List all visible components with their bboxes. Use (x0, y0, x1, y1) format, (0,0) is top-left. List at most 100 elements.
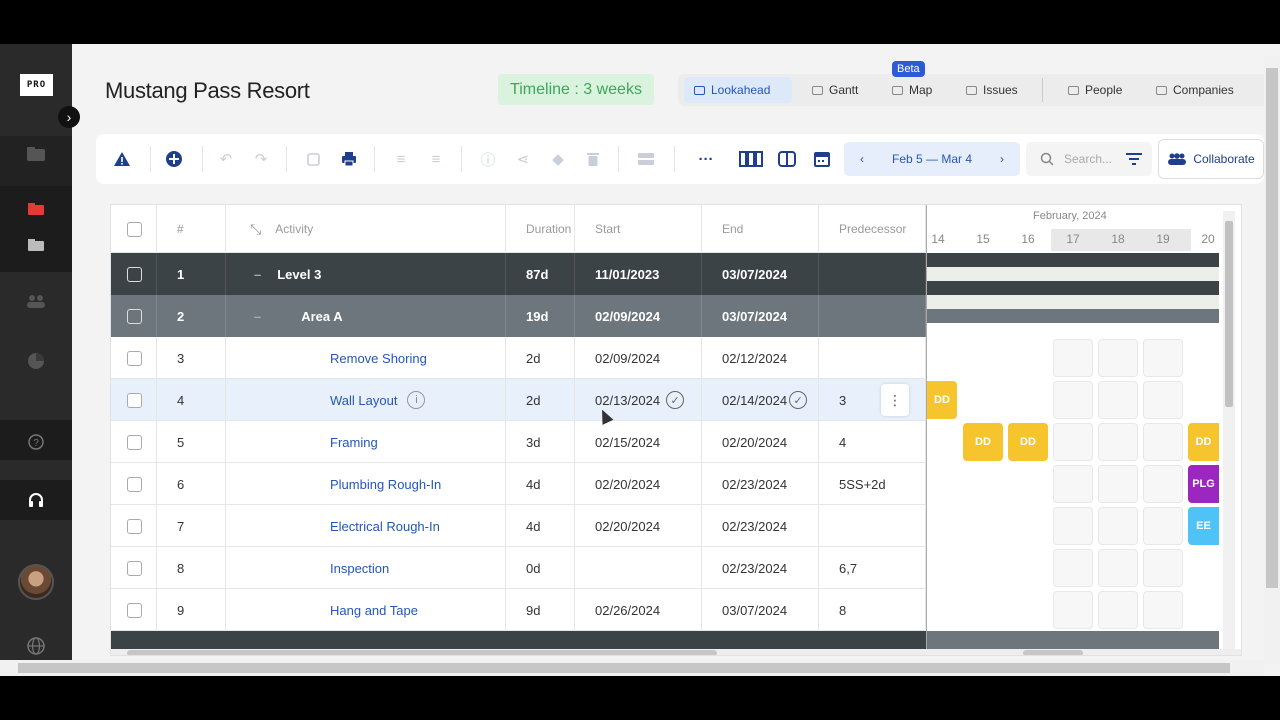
row-predecessor[interactable]: 4 (819, 421, 926, 463)
documents-icon[interactable] (26, 235, 46, 255)
collapse-row-icon[interactable]: – (254, 309, 261, 324)
copy-icon[interactable] (303, 149, 323, 169)
row-end[interactable]: 02/23/2024 (702, 547, 819, 589)
row-predecessor[interactable]: 5SS+2d (819, 463, 926, 505)
row-predecessor[interactable] (819, 505, 926, 547)
row-activity[interactable]: Wall Layout i (226, 379, 506, 421)
activity-name[interactable]: Electrical Rough-In (226, 505, 506, 547)
table-row[interactable]: 1 – Level 3 87d 11/01/2023 03/07/2024 (111, 253, 926, 295)
row-end[interactable]: 03/07/2024 (702, 253, 819, 295)
collapse-row-icon[interactable]: – (254, 267, 261, 282)
row-predecessor[interactable]: 6,7 (819, 547, 926, 589)
row-checkbox[interactable] (111, 253, 157, 295)
collaborate-button[interactable]: Collaborate (1158, 139, 1264, 179)
activity-name[interactable]: Wall Layout (330, 393, 397, 408)
team-icon[interactable] (26, 291, 46, 311)
col-header-activity[interactable]: ⤡ Activity (226, 205, 506, 253)
row-end[interactable]: 02/20/2024 (702, 421, 819, 463)
row-end[interactable]: 02/12/2024 (702, 337, 819, 379)
redo-icon[interactable]: ↷ (251, 149, 271, 169)
headset-icon[interactable] (26, 490, 46, 510)
globe-icon[interactable] (26, 636, 46, 656)
gantt-task-bar[interactable]: EE (1188, 507, 1219, 545)
row-activity[interactable]: – Area A (226, 295, 506, 337)
gantt-task-bar[interactable]: DD (963, 423, 1003, 461)
row-predecessor[interactable] (819, 295, 926, 337)
sidebar-collapse-chevron-icon[interactable]: › (58, 106, 80, 128)
tab-people[interactable]: People (1058, 77, 1132, 103)
gantt-task-bar[interactable]: DD (927, 381, 957, 419)
chevron-right-icon[interactable]: › (1000, 152, 1004, 166)
gantt-scroll-thumb[interactable] (1225, 221, 1233, 407)
table-row[interactable]: 5 Framing 3d 02/15/2024 02/20/2024 4 (111, 421, 926, 463)
row-checkbox[interactable] (111, 589, 157, 631)
row-duration[interactable]: 3d (506, 421, 575, 463)
table-row-selected[interactable]: 4 Wall Layout i 2d 02/13/2024 ✓ 02/14/20… (111, 379, 926, 421)
row-duration[interactable]: 19d (506, 295, 575, 337)
row-duration[interactable]: 2d (506, 337, 575, 379)
row-predecessor[interactable]: 3 (819, 379, 926, 421)
split-view-icon[interactable] (777, 149, 797, 169)
filter-icon[interactable] (1124, 149, 1144, 169)
timeline-badge[interactable]: Timeline : 3 weeks (498, 74, 654, 105)
row-start[interactable]: 02/09/2024 (575, 337, 702, 379)
row-duration[interactable]: 9d (506, 589, 575, 631)
collapse-all-icon[interactable]: ⤡ (250, 221, 261, 238)
row-predecessor[interactable]: 8 (819, 589, 926, 631)
row-start[interactable]: 02/09/2024 (575, 295, 702, 337)
activity-name[interactable]: Plumbing Rough-In (226, 463, 506, 505)
row-start[interactable] (575, 547, 702, 589)
row-start[interactable]: 02/13/2024 ✓ (575, 379, 702, 421)
row-checkbox[interactable] (111, 547, 157, 589)
more-options-icon[interactable]: ··· (696, 149, 716, 169)
help-icon[interactable]: ? (26, 432, 46, 452)
outdent-icon[interactable]: ≡ (426, 149, 446, 169)
row-end[interactable]: 02/23/2024 (702, 505, 819, 547)
gantt-task-bar[interactable]: DD (1188, 423, 1219, 461)
columns-view-icon[interactable] (738, 149, 764, 169)
grid-scroll-thumb[interactable] (127, 650, 717, 655)
row-end[interactable]: 03/07/2024 (702, 589, 819, 631)
row-start[interactable]: 02/15/2024 (575, 421, 702, 463)
table-row[interactable]: 6 Plumbing Rough-In 4d 02/20/2024 02/23/… (111, 463, 926, 505)
row-predecessor[interactable] (819, 337, 926, 379)
project-folder-icon[interactable] (26, 199, 46, 219)
col-header-duration[interactable]: Duration (506, 205, 575, 253)
row-duration[interactable]: 0d (506, 547, 575, 589)
row-start[interactable]: 11/01/2023 (575, 253, 702, 295)
page-h-scroll-thumb[interactable] (18, 663, 1230, 673)
row-start[interactable]: 02/20/2024 (575, 505, 702, 547)
tab-gantt[interactable]: Gantt (802, 77, 868, 103)
group-icon[interactable] (636, 149, 656, 169)
delete-icon[interactable] (583, 149, 603, 169)
row-checkbox[interactable] (111, 379, 157, 421)
row-end[interactable]: 02/23/2024 (702, 463, 819, 505)
folder-icon[interactable] (26, 144, 46, 164)
undo-icon[interactable]: ↶ (216, 149, 236, 169)
paint-bucket-icon[interactable]: ◆ (548, 149, 568, 169)
table-row[interactable]: 3 Remove Shoring 2d 02/09/2024 02/12/202… (111, 337, 926, 379)
gantt-task-bar[interactable]: PLG (1188, 465, 1219, 503)
tab-lookahead[interactable]: Lookahead (684, 77, 792, 103)
share-icon[interactable]: ⋖ (513, 149, 533, 169)
tab-issues[interactable]: Issues (956, 77, 1028, 103)
check-circle-icon[interactable]: ✓ (666, 391, 685, 409)
add-circle-icon[interactable] (164, 149, 184, 169)
row-start[interactable]: 02/26/2024 (575, 589, 702, 631)
table-row[interactable]: 9 Hang and Tape 9d 02/26/2024 03/07/2024… (111, 589, 926, 631)
row-duration[interactable]: 87d (506, 253, 575, 295)
info-icon[interactable]: i (407, 391, 426, 409)
info-icon[interactable]: ⓘ (478, 149, 498, 169)
col-header-start[interactable]: Start (575, 205, 702, 253)
table-row[interactable]: 7 Electrical Rough-In 4d 02/20/2024 02/2… (111, 505, 926, 547)
row-checkbox[interactable] (111, 505, 157, 547)
page-scroll-thumb[interactable] (1266, 68, 1278, 588)
tab-companies[interactable]: Companies (1146, 77, 1244, 103)
avatar[interactable] (18, 564, 54, 600)
gantt-task-bar[interactable]: DD (1008, 423, 1048, 461)
row-end[interactable]: 03/07/2024 (702, 295, 819, 337)
date-range-picker[interactable]: ‹ Feb 5 — Mar 4 › (844, 142, 1020, 176)
chevron-left-icon[interactable]: ‹ (860, 152, 864, 166)
reports-pie-icon[interactable] (26, 351, 46, 371)
table-row[interactable]: 2 – Area A 19d 02/09/2024 03/07/2024 (111, 295, 926, 337)
